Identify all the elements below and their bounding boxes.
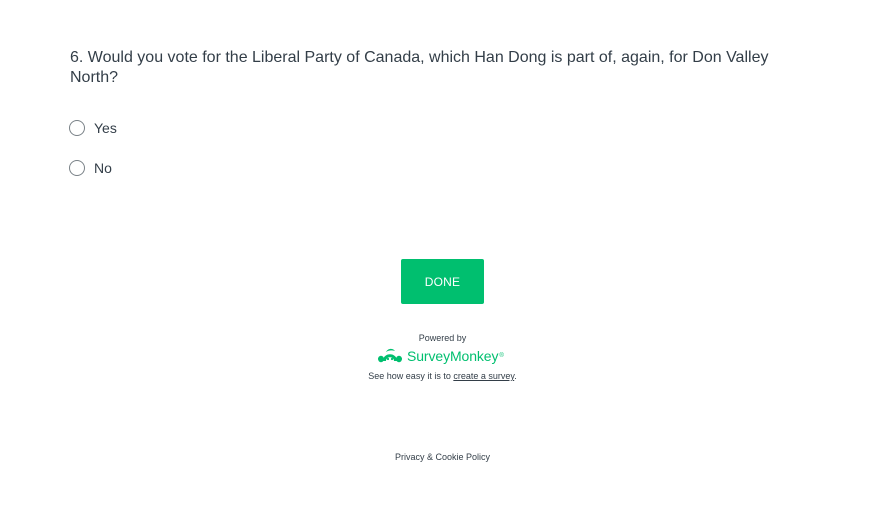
surveymonkey-brand[interactable]: SurveyMonkey ® [377, 345, 504, 367]
powered-by-label: Powered by [418, 333, 467, 343]
radio-button[interactable] [69, 120, 85, 136]
survey-page: 6. Would you vote for the Liberal Party … [0, 0, 877, 528]
done-button[interactable]: DONE [401, 259, 484, 304]
brand-name: SurveyMonkey [407, 348, 499, 364]
option-label: No [94, 160, 112, 176]
question-title: 6. Would you vote for the Liberal Party … [70, 49, 769, 86]
tagline-period: . [514, 371, 517, 381]
trademark-symbol: ® [499, 353, 504, 359]
option-label: Yes [94, 120, 117, 136]
tagline-text: See how easy it is to [368, 371, 454, 381]
create-survey-link[interactable]: create a survey [453, 371, 514, 381]
option-yes[interactable]: Yes [69, 118, 117, 138]
radio-button[interactable] [69, 160, 85, 176]
option-no[interactable]: No [69, 158, 117, 178]
privacy-cookie-policy-link[interactable]: Privacy & Cookie Policy [395, 452, 490, 462]
create-survey-tagline: See how easy it is to create a survey. [0, 371, 877, 381]
footer: Privacy & Cookie Policy [0, 452, 877, 462]
surveymonkey-logo-icon [378, 348, 402, 363]
answer-options: Yes No [69, 118, 117, 198]
